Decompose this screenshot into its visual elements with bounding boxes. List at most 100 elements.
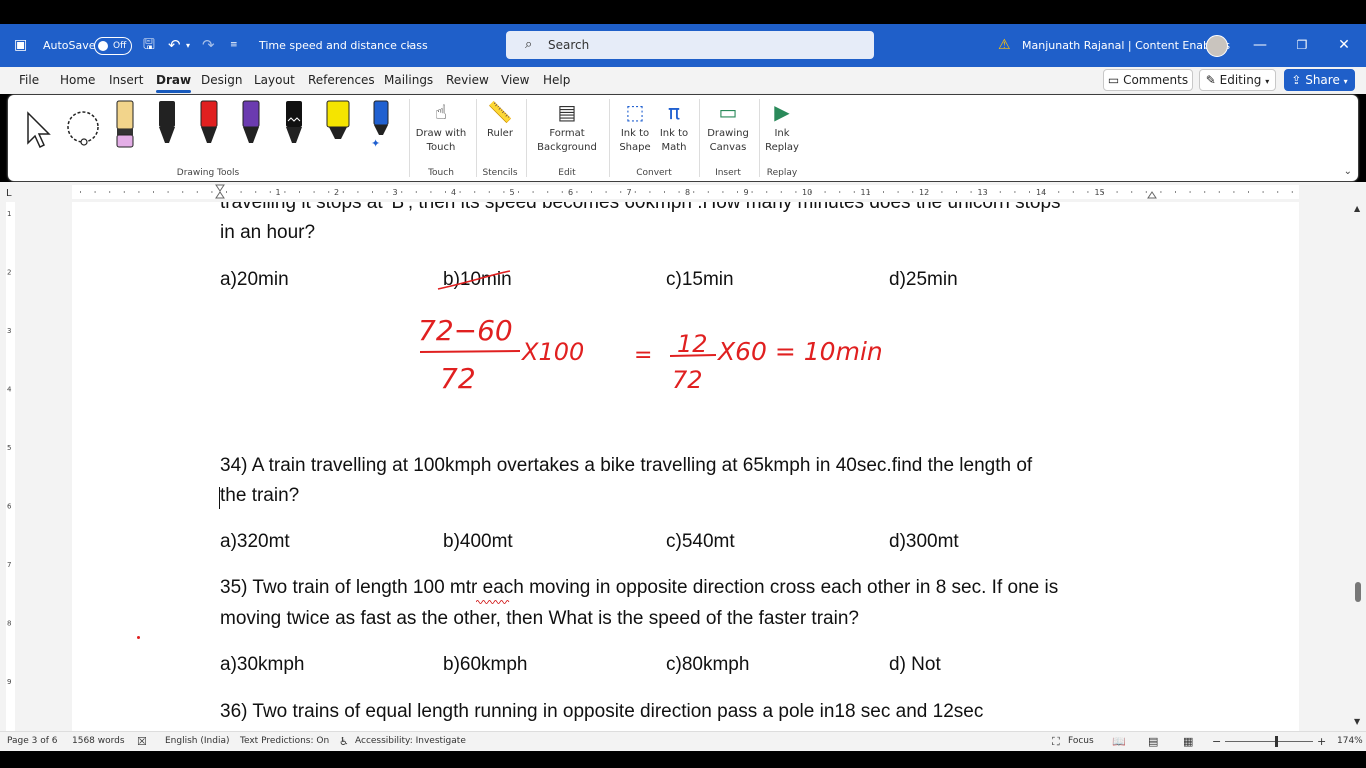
tab-mailings[interactable]: Mailings (384, 67, 433, 94)
eraser-pen-icon[interactable] (114, 99, 136, 151)
autosave-toggle[interactable]: Off (94, 37, 132, 55)
tab-references[interactable]: References (308, 67, 375, 94)
pen-black-icon[interactable] (156, 99, 178, 151)
zoom-slider[interactable] (1225, 736, 1313, 747)
tab-home[interactable]: Home (60, 67, 95, 94)
accessibility-status[interactable]: Accessibility: Investigate (355, 732, 466, 751)
touch-hand-icon: ☝ (434, 100, 448, 124)
save-icon[interactable]: 🖫 (143, 24, 155, 67)
tab-help[interactable]: Help (543, 67, 570, 94)
tab-layout[interactable]: Layout (254, 67, 295, 94)
word-app-icon[interactable]: ▣ (14, 24, 27, 67)
pen-blue-sparkle-icon[interactable]: ✦ (369, 99, 393, 151)
proofing-icon[interactable]: ☒ (137, 732, 147, 751)
search-icon: ⌕ (525, 37, 533, 52)
pen-red-icon[interactable] (198, 99, 220, 151)
ink-result: X60 = 10min (716, 337, 883, 366)
zoom-out-button[interactable]: − (1212, 732, 1221, 751)
vertical-ruler-ticks: 1 2 3 4 5 6 7 8 9 (6, 202, 15, 731)
toggle-knob (98, 41, 108, 51)
search-box[interactable]: ⌕ Search (506, 31, 874, 59)
ink-numerator-left: 72−60 (418, 314, 513, 347)
ruler-tick (167, 191, 169, 193)
ruler-number: 4 (451, 188, 456, 197)
word-count[interactable]: 1568 words (72, 732, 125, 751)
editing-button[interactable]: ✎ Editing ▾ (1199, 69, 1276, 91)
focus-button[interactable]: Focus (1068, 732, 1094, 751)
select-objects-icon[interactable] (24, 109, 54, 149)
title-chevron-down-icon[interactable]: ⌄ (405, 24, 413, 67)
ruler-tick (1233, 191, 1235, 193)
web-layout-icon[interactable]: ▦ (1183, 732, 1193, 751)
tab-design[interactable]: Design (201, 67, 242, 94)
tab-view[interactable]: View (501, 67, 529, 94)
tab-draw[interactable]: Draw (156, 67, 192, 94)
pen-purple-icon[interactable] (240, 99, 262, 151)
share-button[interactable]: ⇪ Share ▾ (1284, 69, 1355, 91)
q35-option-b: b)60kmph (443, 654, 528, 675)
avatar[interactable] (1206, 35, 1228, 57)
search-input[interactable]: Search (548, 31, 589, 59)
group-label-stencils: Stencils (482, 168, 518, 178)
vertical-ruler[interactable]: 1 2 3 4 5 6 7 8 9 (0, 202, 20, 731)
document-page[interactable]: travelling it stops at 'B', then its spe… (72, 202, 1299, 731)
ink-to-shape-button[interactable]: ⬚ Ink to Shape (615, 97, 655, 155)
vertical-scrollbar[interactable]: ▲ ▼ (1350, 202, 1366, 731)
undo-icon[interactable]: ↶ (168, 24, 181, 67)
format-background-button[interactable]: ▤ Format Background (530, 97, 604, 155)
redo-icon[interactable]: ↷ (202, 24, 215, 67)
ink-replay-button[interactable]: ▶ Ink Replay (762, 97, 802, 155)
ruler-button[interactable]: 📏 Ruler (480, 97, 520, 141)
ruler-tick (211, 191, 213, 193)
customize-toolbar-icon[interactable]: ≡ (230, 24, 238, 67)
ink-times-100: X100 (520, 338, 584, 366)
ruler-label: Ruler (487, 128, 513, 139)
restore-icon[interactable]: ❐ (1282, 24, 1322, 67)
ribbon-separator (759, 99, 760, 177)
scroll-thumb[interactable] (1355, 582, 1361, 602)
language[interactable]: English (India) (165, 732, 229, 751)
vertical-ruler-number: 3 (7, 327, 11, 335)
lasso-select-icon[interactable] (64, 109, 104, 149)
pen-black-galaxy-icon[interactable] (283, 99, 305, 151)
ink-to-math-button[interactable]: π Ink to Math (655, 97, 693, 155)
scroll-down-icon[interactable]: ▼ (1354, 717, 1360, 726)
ruler-tick (1087, 191, 1089, 193)
comments-button[interactable]: ▭ Comments (1103, 69, 1193, 91)
comment-icon: ▭ (1107, 73, 1120, 87)
tab-insert[interactable]: Insert (109, 67, 143, 94)
ink-dot (137, 636, 140, 639)
vertical-ruler-number: 7 (7, 561, 11, 569)
tab-file[interactable]: File (19, 67, 39, 94)
read-mode-icon[interactable]: 📖 (1112, 732, 1126, 751)
drawing-canvas-button[interactable]: ▭ Drawing Canvas (703, 97, 753, 155)
ruler-tick (766, 191, 768, 193)
zoom-level[interactable]: 174% (1337, 732, 1363, 751)
q35-option-c: c)80kmph (666, 654, 750, 675)
highlighter-yellow-icon[interactable] (325, 99, 351, 151)
tab-review[interactable]: Review (446, 67, 489, 94)
ruler-number: 6 (568, 188, 573, 197)
print-layout-icon[interactable]: ▤ (1148, 732, 1158, 751)
autosave-label: AutoSave (43, 39, 96, 52)
undo-dropdown-icon[interactable]: ▾ (186, 24, 190, 67)
ruler-tick (196, 191, 198, 193)
document-title[interactable]: Time speed and distance class (259, 24, 428, 67)
ruler-tick (576, 191, 578, 193)
text-predictions[interactable]: Text Predictions: On (240, 732, 329, 751)
vertical-ruler-number: 9 (7, 678, 11, 686)
draw-with-touch-button[interactable]: ☝ Draw with Touch (413, 97, 469, 155)
ribbon-collapse-chevron-icon[interactable]: ⌄ (1344, 166, 1352, 177)
ribbon-separator (526, 99, 527, 177)
user-name[interactable]: Manjunath Rajanal | Content Enablers (1022, 24, 1230, 67)
q35-option-d: d) Not (889, 654, 941, 675)
close-icon[interactable]: ✕ (1324, 24, 1364, 67)
ruler-tick (1102, 191, 1103, 193)
zoom-in-button[interactable]: + (1317, 732, 1326, 751)
scroll-up-icon[interactable]: ▲ (1354, 204, 1360, 213)
zoom-slider-thumb[interactable] (1275, 736, 1278, 747)
q33-text-line-1: travelling it stops at 'B', then its spe… (220, 202, 1061, 213)
minimize-icon[interactable]: — (1240, 24, 1280, 67)
horizontal-ruler[interactable]: L 1 2 3 4 5 6 7 8 9 10 11 12 13 14 15 (0, 182, 1366, 202)
page-count[interactable]: Page 3 of 6 (7, 732, 58, 751)
